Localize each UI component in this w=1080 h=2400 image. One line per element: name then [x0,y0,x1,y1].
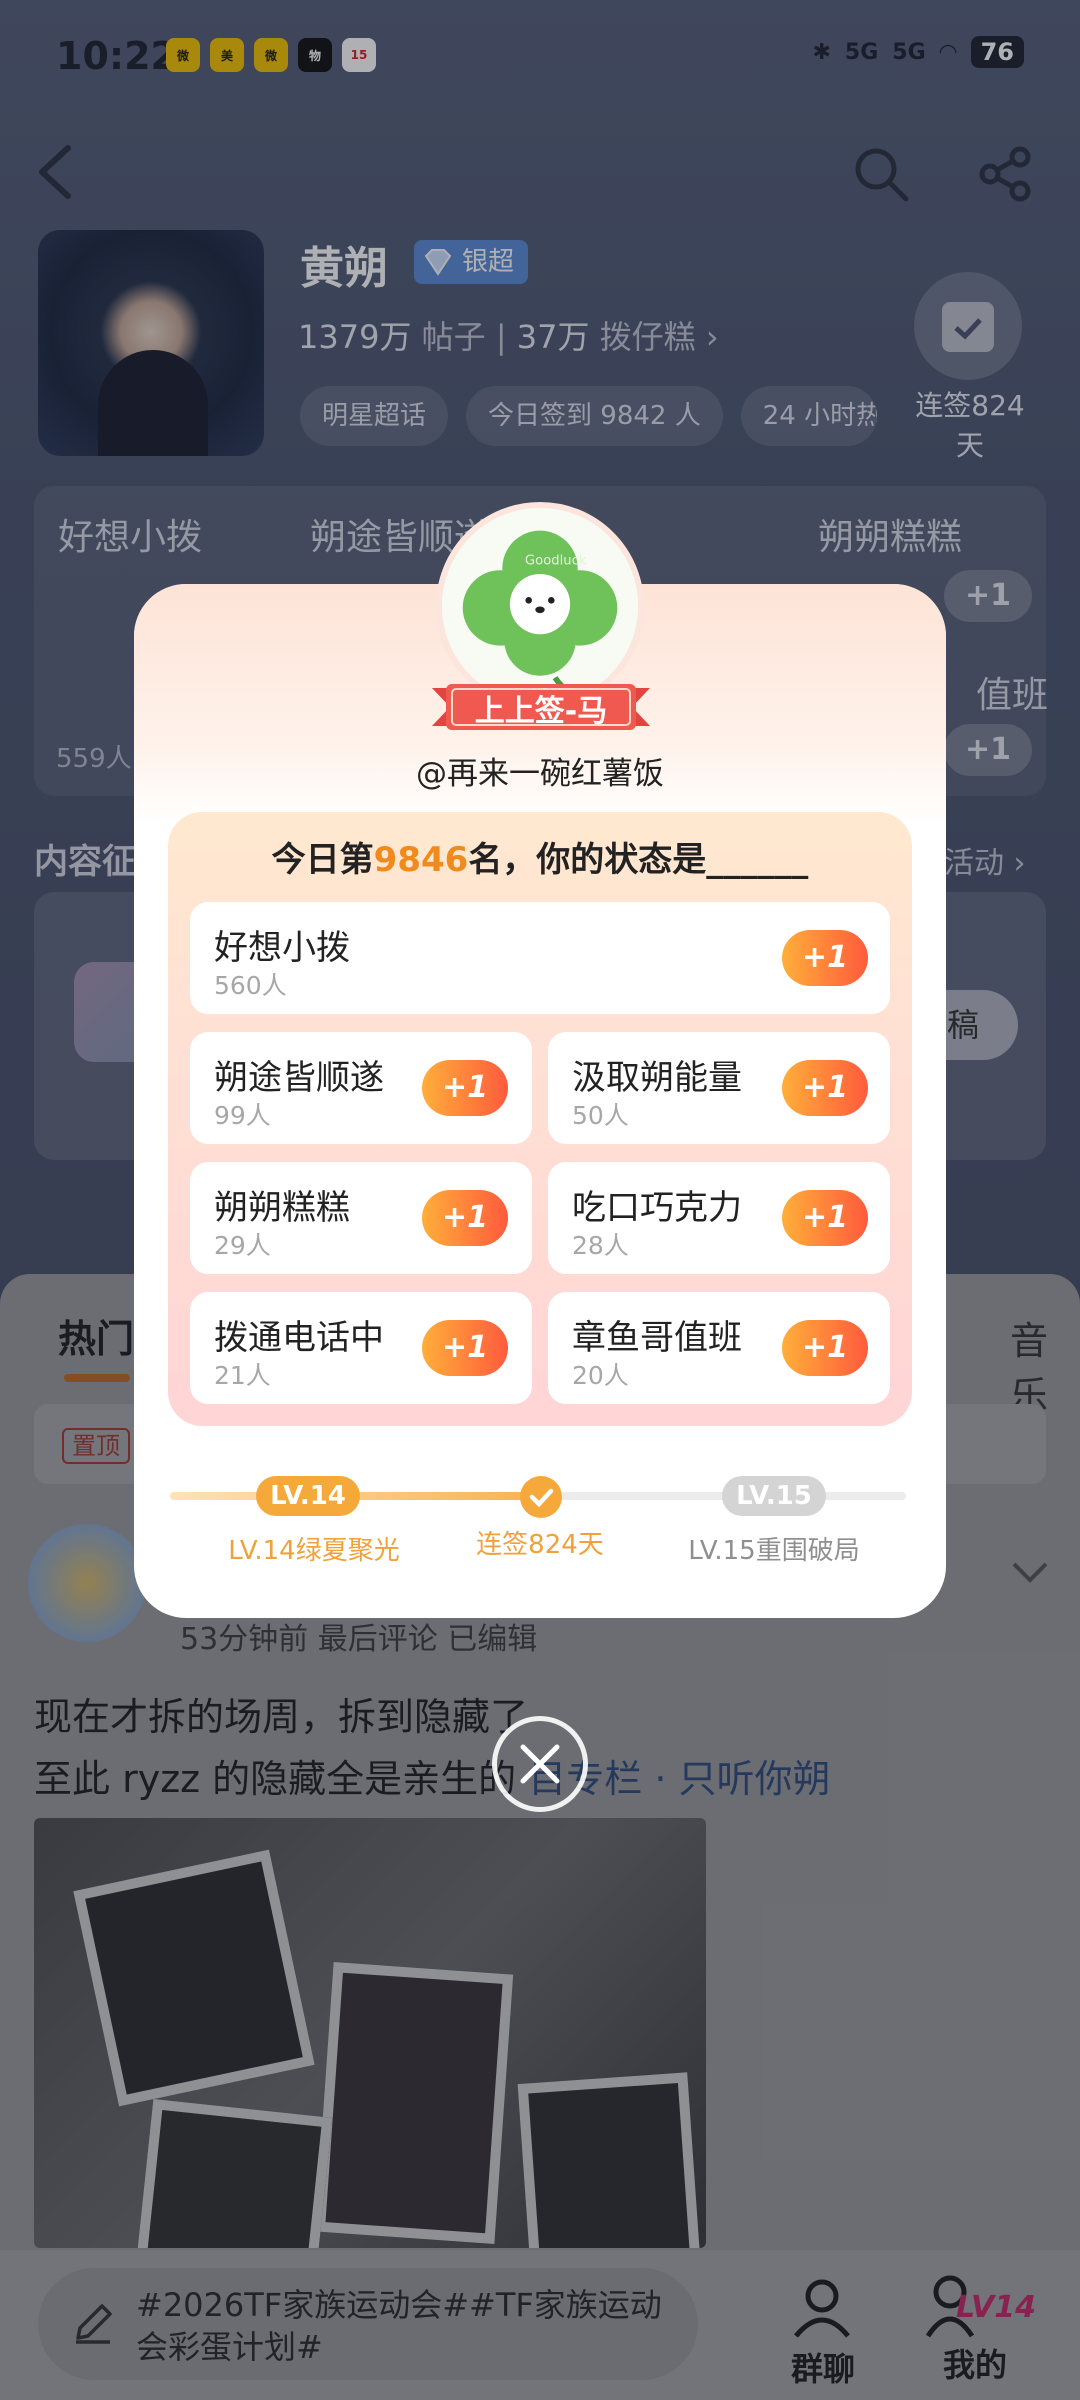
modal-username: @再来一碗红薯饭 [416,756,664,792]
level-next-name: LV.15重围破局 [688,1536,860,1566]
status-option[interactable]: 好想小拨 560人 +1 [190,902,890,1014]
fortune-label: 上上签-马 [474,694,608,729]
level-current-name: LV.14绿夏聚光 [228,1536,400,1566]
status-option-count: 560人 [214,971,287,1000]
status-option[interactable]: 朔途皆顺遂 99人 +1 [190,1032,532,1144]
plus-one-button[interactable]: +1 [782,1320,868,1376]
clover-sticker: Goodluck [436,502,644,710]
status-option-count: 20人 [572,1361,629,1390]
level-current-pill: LV.14 [256,1476,360,1516]
status-option[interactable]: 朔朔糕糕 29人 +1 [190,1162,532,1274]
level-next-pill: LV.15 [722,1476,826,1516]
rank-suffix: 名，你的状态是______ [468,840,809,880]
status-option-label: 章鱼哥值班 [572,1318,742,1358]
streak-label: 连签824天 [476,1530,604,1560]
status-option-count: 99人 [214,1101,271,1130]
rank-number: 9846 [373,840,469,880]
close-button[interactable] [492,1716,588,1812]
status-option[interactable]: 汲取朔能量 50人 +1 [548,1032,890,1144]
plus-one-button[interactable]: +1 [422,1190,508,1246]
status-option-label: 朔途皆顺遂 [214,1058,384,1098]
clover-bear-icon: Goodluck [442,508,638,704]
status-option-count: 21人 [214,1361,271,1390]
streak-check-icon [520,1476,562,1518]
status-option[interactable]: 章鱼哥值班 20人 +1 [548,1292,890,1404]
plus-one-button[interactable]: +1 [782,930,868,986]
status-option[interactable]: 拨通电话中 21人 +1 [190,1292,532,1404]
status-option-label: 好想小拨 [214,928,350,968]
status-option-count: 29人 [214,1231,271,1260]
plus-one-button[interactable]: +1 [422,1060,508,1116]
status-option-label: 拨通电话中 [214,1318,384,1358]
rank-line: 今日第9846名，你的状态是______ [168,832,912,881]
plus-one-button[interactable]: +1 [422,1320,508,1376]
status-option-count: 50人 [572,1101,629,1130]
close-icon [520,1744,560,1784]
rank-prefix: 今日第 [271,840,374,880]
status-option-count: 28人 [572,1231,629,1260]
status-option-label: 朔朔糕糕 [214,1188,350,1228]
status-option[interactable]: 吃口巧克力 28人 +1 [548,1162,890,1274]
status-option-label: 汲取朔能量 [572,1058,742,1098]
status-option-label: 吃口巧克力 [572,1188,742,1228]
plus-one-button[interactable]: +1 [782,1060,868,1116]
plus-one-button[interactable]: +1 [782,1190,868,1246]
sticker-text: Goodluck [525,554,587,569]
